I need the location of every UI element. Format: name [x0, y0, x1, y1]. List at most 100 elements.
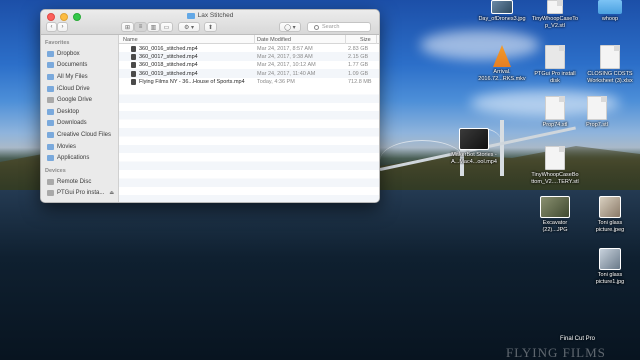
- video-file-icon: [131, 53, 136, 60]
- file-size: 2.15 GB: [348, 53, 369, 60]
- file-size: 1.77 GB: [348, 62, 369, 69]
- empty-list-area[interactable]: [119, 86, 379, 202]
- remote-disc-icon: [47, 178, 54, 185]
- desktop-icon: [47, 108, 54, 115]
- view-columns-button[interactable]: ▥: [147, 22, 160, 32]
- video-file-icon: [131, 79, 136, 86]
- finder-window[interactable]: Lax Stitched ‹ › ⊞ ≡ ▥ ▭ ⚙ ▾ ⬆ ◯ ▾ Searc…: [40, 9, 380, 203]
- spreadsheet-file-icon: [600, 45, 620, 69]
- back-button[interactable]: ‹: [46, 22, 57, 32]
- tags-button[interactable]: ◯ ▾: [279, 22, 301, 32]
- sidebar-item-documents[interactable]: Documents: [41, 60, 118, 72]
- watermark-text: FLYING FILMS: [506, 345, 606, 360]
- desktop-icon-tinywhoop-bottom[interactable]: TinyWhoopCaseBo ttom_V2....TERY.stl: [523, 146, 587, 186]
- stl-file-icon: [545, 96, 565, 120]
- column-header-date-modified[interactable]: Date Modified: [257, 37, 291, 43]
- downloads-icon: [47, 120, 54, 127]
- share-button[interactable]: ⬆: [204, 22, 217, 32]
- sidebar-item-label: Google Drive: [57, 97, 93, 104]
- sidebar-item-desktop[interactable]: Desktop: [41, 106, 118, 118]
- desktop-icon-whoop-folder[interactable]: whoop: [578, 0, 640, 23]
- creative-cloud-icon: [47, 131, 54, 138]
- sidebar-item-label: Documents: [57, 62, 88, 69]
- eject-icon[interactable]: ⏏: [109, 190, 114, 196]
- file-list: Name Date Modified Size 360_0016_stitche…: [119, 35, 379, 202]
- search-placeholder: Search: [322, 24, 340, 30]
- sidebar-item-google-drive[interactable]: Google Drive: [41, 94, 118, 106]
- desktop-icon-label: PTGui Pro install disk: [534, 71, 576, 84]
- desktop-icon-toni-glass-1[interactable]: Toni glass picture1.jpg: [578, 248, 640, 286]
- disk-image-icon: [545, 45, 565, 69]
- column-header-name[interactable]: Name: [123, 37, 138, 43]
- file-size: 712.8 MB: [348, 79, 372, 86]
- desktop-icon-closing-costs[interactable]: CLOSING COSTS Worksheet (3).xlsx: [578, 45, 640, 85]
- sidebar-item-dropbox[interactable]: Dropbox: [41, 48, 118, 60]
- sidebar-item-label: Creative Cloud Files: [57, 131, 112, 138]
- search-input[interactable]: Search: [307, 22, 371, 32]
- file-rows: 360_0016_stitched.mp4 Mar 24, 2017, 8:57…: [119, 44, 379, 86]
- desktop-icon-label: Arrival. 2016.72...RKS.mkv: [478, 69, 526, 82]
- column-header-size[interactable]: Size: [360, 37, 371, 43]
- file-date: Mar 24, 2017, 8:57 AM: [257, 45, 313, 52]
- desktop-icon-toni-glass[interactable]: Toni glass picture.jpeg: [578, 196, 640, 234]
- documents-icon: [47, 62, 54, 69]
- sidebar-item-label: Downloads: [57, 120, 87, 127]
- file-size: 2.83 GB: [348, 45, 369, 52]
- file-name: 360_0018_stitched.mp4: [139, 62, 198, 69]
- sidebar-item-label: Movies: [57, 143, 77, 150]
- title-bar[interactable]: Lax Stitched ‹ › ⊞ ≡ ▥ ▭ ⚙ ▾ ⬆ ◯ ▾ Searc…: [41, 10, 379, 35]
- image-thumbnail-icon: [491, 0, 513, 14]
- view-list-button[interactable]: ≡: [134, 22, 147, 32]
- folder-icon: [186, 12, 195, 19]
- window-title: Lax Stitched: [197, 12, 234, 19]
- sidebar-item-applications[interactable]: Applications: [41, 152, 118, 164]
- arrange-button[interactable]: ⚙ ▾: [178, 22, 200, 32]
- disk-icon: [47, 190, 54, 197]
- final-cut-pro-label[interactable]: Final Cut Pro: [560, 336, 595, 342]
- sidebar-item-ptgui-disk[interactable]: PTGui Pro insta... ⏏: [41, 188, 118, 200]
- file-name: Flying Films NY - 36...House of Sports.m…: [139, 79, 245, 86]
- sidebar-item-label: Remote Disc: [57, 178, 92, 185]
- vlc-cone-icon: [493, 45, 511, 67]
- view-gallery-button[interactable]: ▭: [160, 22, 173, 32]
- video-file-icon: [131, 70, 136, 77]
- dropbox-icon: [47, 50, 54, 57]
- table-row[interactable]: 360_0018_stitched.mp4 Mar 24, 2017, 10:1…: [119, 61, 379, 69]
- stl-file-icon: [547, 0, 563, 14]
- sidebar-item-creative-cloud[interactable]: Creative Cloud Files: [41, 129, 118, 141]
- file-name: 360_0016_stitched.mp4: [139, 45, 198, 52]
- desktop-icon-label: whoop: [601, 16, 619, 22]
- folder-icon: [598, 0, 622, 14]
- file-date: Today, 4:36 PM: [257, 79, 295, 86]
- sidebar-section-devices: Devices: [45, 167, 66, 174]
- table-row[interactable]: Flying Films NY - 36...House of Sports.m…: [119, 78, 379, 86]
- desktop-icon-label: TinyWhoopCaseTo p_V2.stl: [531, 16, 579, 29]
- sidebar-item-movies[interactable]: Movies: [41, 141, 118, 153]
- desktop-icon-label: MakerBot Stories - A...Mac4...ool.mp4: [451, 152, 497, 165]
- image-thumbnail-icon: [599, 248, 621, 270]
- sidebar-item-label: All My Files: [57, 73, 88, 80]
- forward-button[interactable]: ›: [57, 22, 68, 32]
- desktop-icon-label: Excavator (22)...JPG: [542, 220, 568, 233]
- icloud-icon: [47, 85, 54, 92]
- table-row[interactable]: 360_0019_stitched.mp4 Mar 24, 2017, 11:4…: [119, 69, 379, 78]
- desktop-icon-makerbot-video[interactable]: MakerBot Stories - A...Mac4...ool.mp4: [442, 128, 506, 166]
- movies-icon: [47, 143, 54, 150]
- desktop-icon-label: Toni glass picture.jpeg: [595, 220, 625, 233]
- sidebar-item-downloads[interactable]: Downloads: [41, 118, 118, 130]
- video-file-icon: [131, 45, 136, 52]
- sidebar-item-remote-disc[interactable]: Remote Disc: [41, 176, 118, 188]
- table-row[interactable]: 360_0016_stitched.mp4 Mar 24, 2017, 8:57…: [119, 44, 379, 52]
- sidebar-item-all-my-files[interactable]: All My Files: [41, 71, 118, 83]
- video-thumbnail-icon: [459, 128, 489, 150]
- toolbar: ‹ › ⊞ ≡ ▥ ▭ ⚙ ▾ ⬆ ◯ ▾ Search: [41, 22, 379, 34]
- view-icons-button[interactable]: ⊞: [121, 22, 134, 32]
- google-drive-icon: [47, 97, 54, 104]
- desktop-icon-label: Prop74.stl: [542, 122, 568, 128]
- desktop-icon-label: TinyWhoopCaseBo ttom_V2....TERY.stl: [531, 172, 579, 185]
- sidebar-item-label: PTGui Pro insta...: [57, 190, 105, 197]
- sidebar-item-icloud-drive[interactable]: iCloud Drive: [41, 83, 118, 95]
- desktop-icon-prop7[interactable]: Prop7.stl: [565, 96, 629, 129]
- table-row[interactable]: 360_0017_stitched.mp4 Mar 24, 2017, 9:38…: [119, 52, 379, 61]
- sidebar-item-label: Desktop: [57, 108, 80, 115]
